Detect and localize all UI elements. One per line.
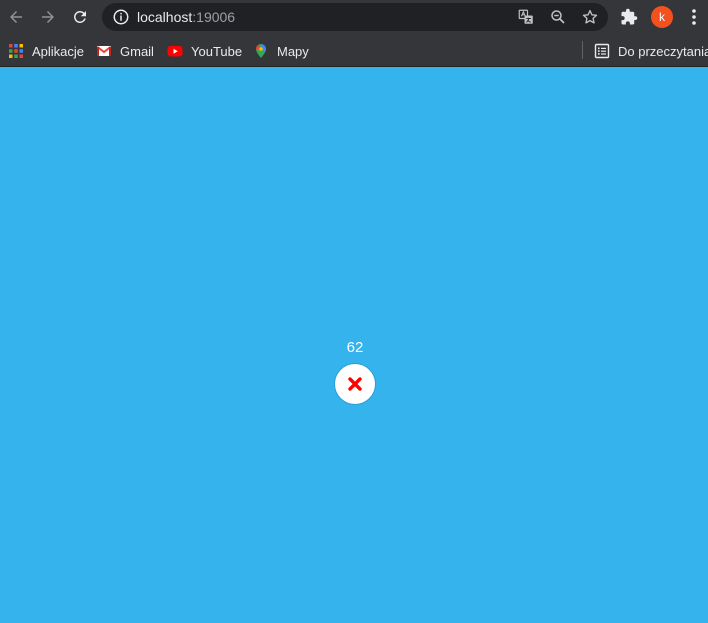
bookmark-maps[interactable]: Mapy (253, 41, 309, 61)
bookmark-label: Mapy (277, 43, 309, 59)
back-button[interactable] (4, 5, 28, 29)
bookmark-label: YouTube (191, 43, 243, 59)
close-x-icon (348, 377, 362, 391)
bookmark-label: Gmail (120, 43, 154, 59)
close-button[interactable] (334, 363, 376, 405)
bookmark-apps[interactable]: Aplikacje (8, 41, 84, 61)
reload-button[interactable] (68, 5, 92, 29)
kebab-menu-icon[interactable] (690, 8, 698, 26)
arrow-right-icon (42, 11, 54, 23)
arrow-left-icon (10, 11, 22, 23)
zoom-out-icon[interactable] (549, 8, 567, 26)
forward-button[interactable] (36, 5, 60, 29)
bookmarks-divider (582, 41, 583, 59)
reading-list-button[interactable]: Do przeczytania (594, 41, 708, 61)
apps-grid-icon (9, 44, 23, 58)
translate-icon[interactable] (517, 8, 535, 26)
url-port: :19006 (192, 9, 236, 25)
address-bar[interactable]: localhost:19006 (102, 3, 608, 31)
reload-icon (73, 10, 86, 23)
url-text[interactable]: localhost:19006 (137, 9, 235, 25)
bookmarks-bar: Aplikacje Gmail YouTube Mapy Do przeczyt… (0, 35, 708, 67)
browser-toolbar: localhost:19006 k (0, 0, 708, 35)
profile-avatar[interactable]: k (651, 6, 673, 28)
reading-list-icon (594, 43, 610, 59)
bookmark-gmail[interactable]: Gmail (96, 41, 154, 61)
star-icon[interactable] (581, 8, 599, 26)
bookmark-label: Do przeczytania (618, 43, 708, 59)
url-host: localhost (137, 9, 193, 25)
counter-value: 62 (346, 339, 364, 356)
maps-pin-icon (256, 44, 266, 58)
bookmark-label: Aplikacje (32, 43, 85, 59)
bookmark-youtube[interactable]: YouTube (167, 41, 242, 61)
puzzle-icon[interactable] (620, 8, 638, 26)
gmail-icon (96, 46, 112, 56)
youtube-icon (167, 46, 183, 57)
info-icon[interactable] (112, 8, 130, 26)
